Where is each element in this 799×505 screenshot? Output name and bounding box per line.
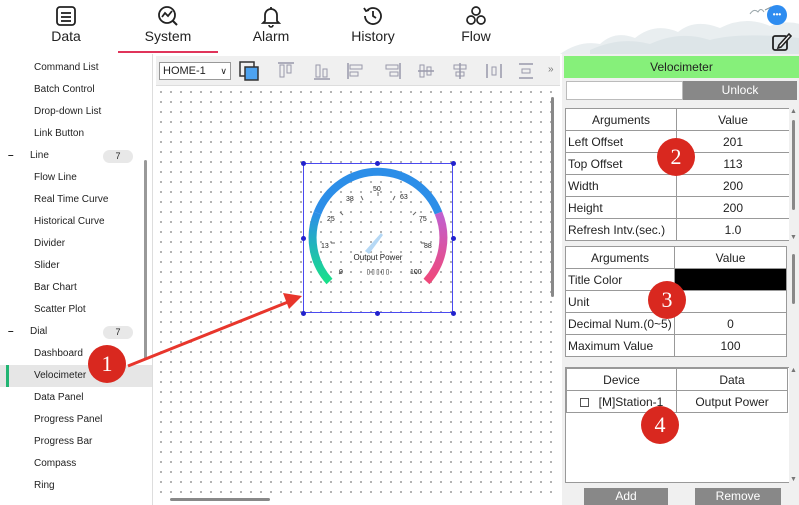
annotation-arrow <box>127 293 302 368</box>
annotation-badge-4: 4 <box>641 406 679 444</box>
annotation-badge-2: 2 <box>657 138 695 176</box>
annotation-badge-3: 3 <box>648 281 686 319</box>
annotation-badge-1: 1 <box>88 345 126 383</box>
